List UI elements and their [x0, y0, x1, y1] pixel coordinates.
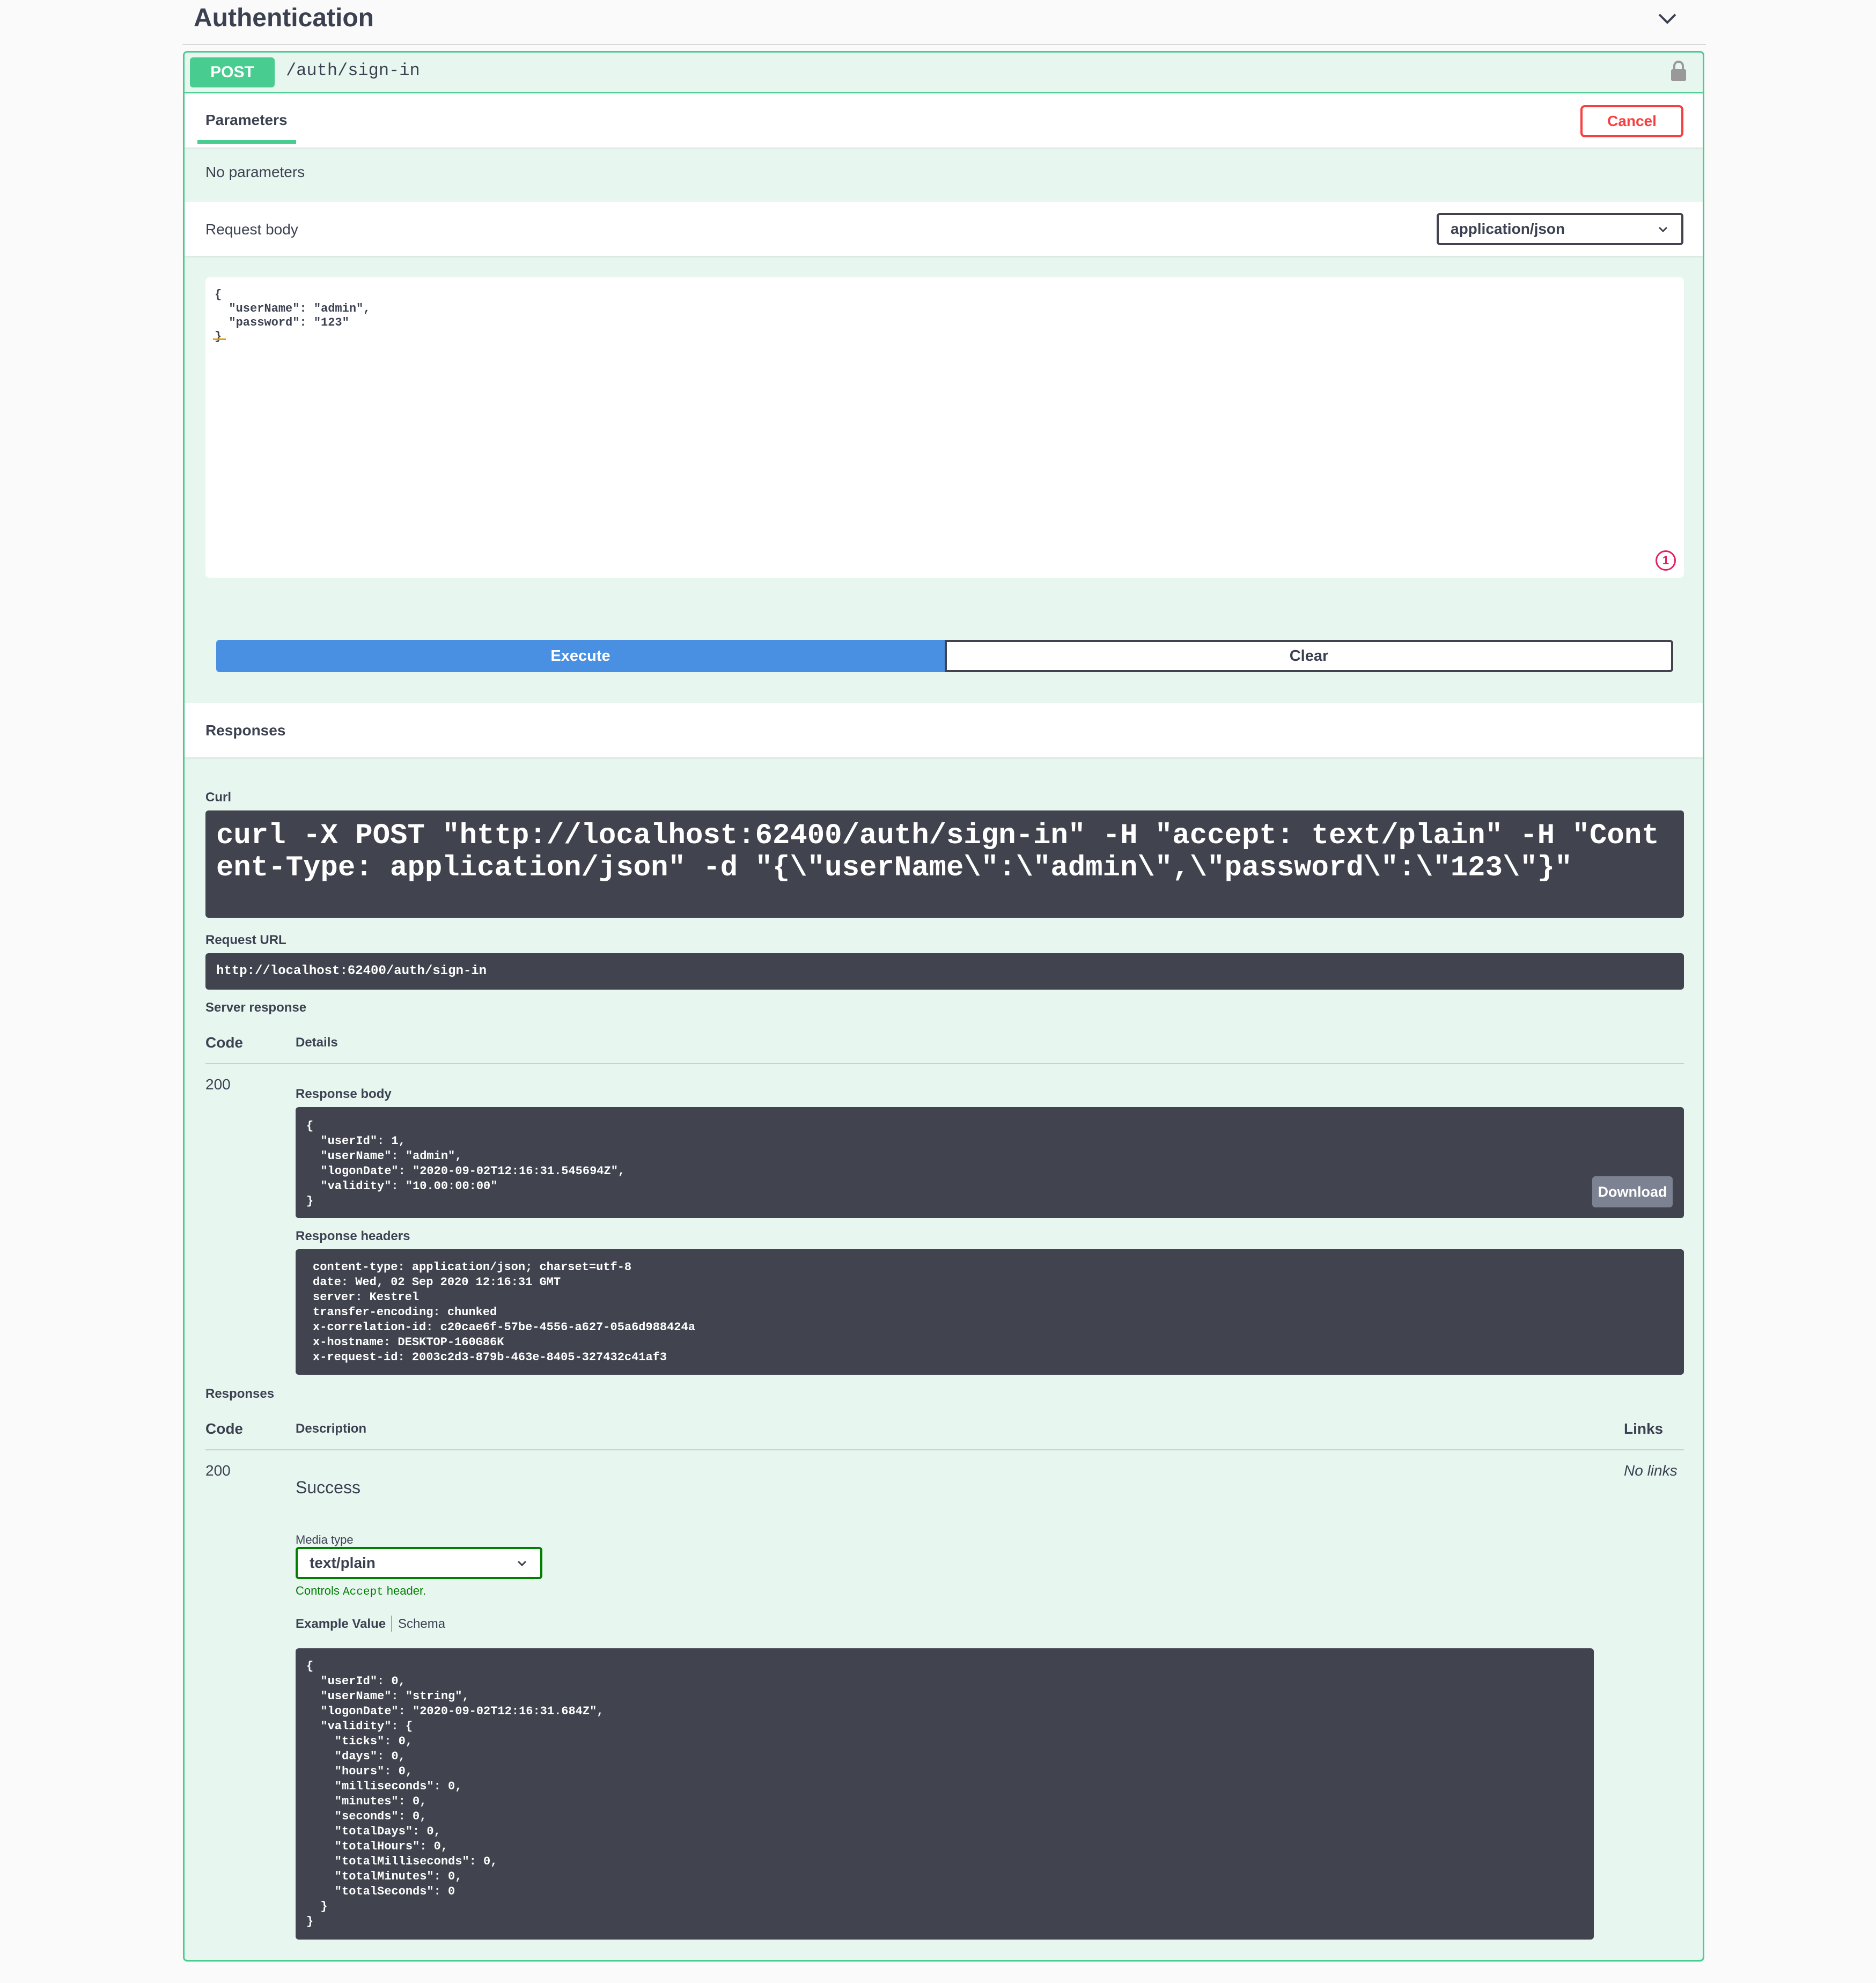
request-url: http://localhost:62400/auth/sign-in: [216, 964, 487, 978]
col-links: Links: [1624, 1420, 1664, 1437]
response-headers-label: Response headers: [296, 1229, 410, 1243]
tab-active-indicator: [197, 140, 296, 144]
chevron-down-icon: [1658, 226, 1668, 233]
method-badge: POST: [190, 57, 275, 87]
request-url-label: Request URL: [205, 933, 286, 947]
curl-command-box[interactable]: curl -X POST "http://localhost:62400/aut…: [205, 810, 1684, 918]
response-body: { "userId": 1, "userName": "admin", "log…: [306, 1119, 626, 1208]
media-type-value: text/plain: [310, 1554, 376, 1571]
download-button[interactable]: Download: [1592, 1176, 1673, 1207]
tab-parameters[interactable]: Parameters: [205, 112, 288, 129]
clear-button[interactable]: Clear: [945, 640, 1673, 672]
tab-example-value[interactable]: Example Value: [296, 1617, 386, 1632]
documented-status-code: 200: [205, 1462, 231, 1479]
execute-button[interactable]: Execute: [216, 640, 945, 672]
curl-label: Curl: [205, 790, 231, 805]
response-headers-box[interactable]: content-type: application/json; charset=…: [296, 1249, 1684, 1375]
media-type-select[interactable]: text/plain: [296, 1547, 542, 1579]
example-value-box[interactable]: { "userId": 0, "userName": "string", "lo…: [296, 1648, 1594, 1940]
tab-schema[interactable]: Schema: [398, 1617, 445, 1632]
controls-accept-note: Controls Accept header.: [296, 1584, 426, 1598]
col-code: Code: [205, 1420, 243, 1437]
media-type-label: Media type: [296, 1533, 354, 1546]
response-headers: content-type: application/json; charset=…: [313, 1260, 695, 1364]
response-description: Success: [296, 1478, 361, 1497]
parameters-header: [185, 94, 1703, 148]
controls-header-name: Accept: [343, 1586, 384, 1598]
col-details: Details: [296, 1035, 338, 1050]
operation-path: /auth/sign-in: [286, 61, 420, 80]
response-status-code: 200: [205, 1076, 231, 1093]
no-parameters-text: No parameters: [205, 164, 305, 180]
request-body-value: { "userName": "admin", "password": "123"…: [215, 288, 371, 343]
responses-header: [185, 703, 1703, 757]
example-value: { "userId": 0, "userName": "string", "lo…: [306, 1660, 604, 1928]
content-type-value: application/json: [1451, 220, 1565, 237]
lock-icon[interactable]: [1669, 59, 1688, 83]
content-type-select[interactable]: application/json: [1437, 213, 1683, 245]
server-response-label: Server response: [205, 1000, 307, 1015]
documented-responses-label: Responses: [205, 1387, 275, 1401]
section-title[interactable]: Authentication: [194, 3, 374, 33]
request-body-label: Request body: [205, 221, 298, 238]
curl-command: curl -X POST "http://localhost:62400/aut…: [216, 820, 1659, 884]
request-body-editor[interactable]: { "userName": "admin", "password": "123"…: [205, 277, 1684, 578]
table-divider: [205, 1063, 1684, 1064]
cancel-button[interactable]: Cancel: [1580, 105, 1683, 137]
col-description: Description: [296, 1421, 367, 1436]
tab-separator: [391, 1616, 392, 1632]
chevron-down-icon: [517, 1560, 527, 1567]
request-url-box[interactable]: http://localhost:62400/auth/sign-in: [205, 953, 1684, 990]
table-divider: [205, 1449, 1684, 1450]
chevron-down-icon[interactable]: [1654, 5, 1681, 32]
error-badge-icon[interactable]: 1: [1656, 550, 1676, 571]
response-body-box[interactable]: { "userId": 1, "userName": "admin", "log…: [296, 1107, 1684, 1218]
controls-suffix: header.: [383, 1584, 426, 1597]
no-links-text: No links: [1624, 1462, 1678, 1479]
response-body-label: Response body: [296, 1087, 392, 1101]
responses-title: Responses: [205, 722, 286, 739]
controls-prefix: Controls: [296, 1584, 343, 1597]
col-code: Code: [205, 1034, 243, 1051]
validation-underline: [213, 338, 226, 340]
section-divider: [182, 44, 1706, 45]
